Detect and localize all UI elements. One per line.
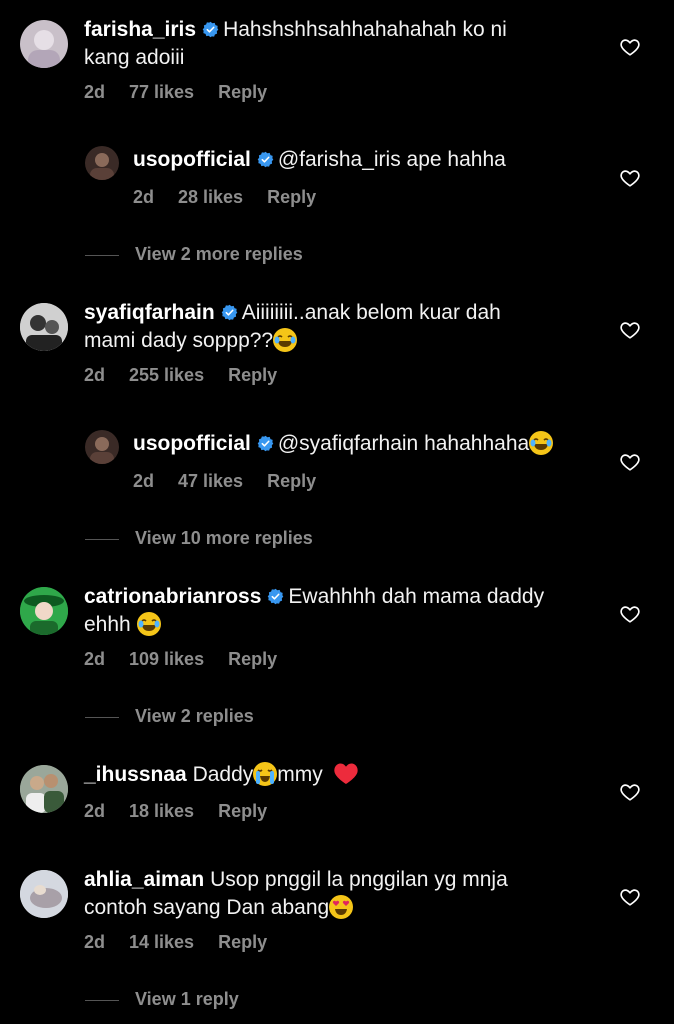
reply-button[interactable]: Reply [228,365,277,385]
likes-count[interactable]: 14 likes [129,932,194,952]
comment-text: usopofficial @syafiqfarhain hahahhaha [133,430,603,458]
timestamp: 2d [133,471,155,491]
heart-icon[interactable] [619,319,641,341]
reply-button[interactable]: Reply [267,187,316,207]
comment-text: ahlia_aiman Usop pnggil la pnggilan yg m… [84,866,604,922]
comment-text: catrionabrianross Ewahhhh dah mama daddy … [84,583,604,639]
comment-body: Aiiiiiiii..anak belom kuar dah [241,301,501,324]
reply-button[interactable]: Reply [218,82,267,102]
comment-meta: 2d 77 likes Reply [84,82,291,103]
comment-text: _ihussnaa Daddy mmy [84,761,604,789]
view-more-label: View 2 replies [135,706,254,726]
avatar-image [28,30,60,68]
timestamp: 2d [84,82,106,102]
comment-body: Usop pnggil la pnggilan yg mnja [210,868,508,891]
heart-icon[interactable] [619,603,641,625]
laughing-emoji-icon [136,612,161,636]
username[interactable]: syafiqfarhain [84,301,215,324]
view-more-label: View 2 more replies [135,244,303,264]
timestamp: 2d [133,187,155,207]
comment-body: @farisha_iris ape hahha [277,148,506,171]
view-more-replies-button[interactable]: View 10 more replies [85,528,313,549]
comment-body-continued: contoh sayang Dan abang [84,896,330,919]
username[interactable]: ahlia_aiman [84,868,204,891]
avatar[interactable] [20,303,68,351]
avatar[interactable] [20,587,68,635]
avatar-image [20,587,68,635]
comment-body: Hahshshhsahhahahahah ko ni [223,18,507,41]
verified-icon [221,304,238,321]
comment-body-continued: mami dady soppp?? [84,329,274,352]
comment-body: @syafiqfarhain hahahhaha [277,432,530,455]
comment-meta: 2d 47 likes Reply [133,471,340,492]
username[interactable]: usopofficial [133,432,251,455]
red-heart-icon [333,763,358,784]
avatar[interactable] [20,765,68,813]
comment-meta: 2d 28 likes Reply [133,187,340,208]
comment-body: Daddy [192,763,254,786]
view-more-replies-button[interactable]: View 2 replies [85,706,254,727]
verified-icon [267,588,284,605]
heart-icon[interactable] [619,451,641,473]
view-more-label: View 1 reply [135,989,239,1009]
heart-eyes-emoji-icon [329,895,354,919]
comment-text: usopofficial @farisha_iris ape hahha [133,146,593,174]
reply-button[interactable]: Reply [228,649,277,669]
username[interactable]: catrionabrianross [84,585,261,608]
heart-icon[interactable] [619,886,641,908]
verified-icon [202,21,219,38]
comment-body-continued: mmy [277,763,323,786]
likes-count[interactable]: 77 likes [129,82,194,102]
avatar-image [20,303,68,351]
avatar[interactable] [85,146,119,180]
comment-text: farisha_iris Hahshshhsahhahahahah ko ni k… [84,16,604,72]
crying-emoji-icon [253,762,278,786]
likes-count[interactable]: 109 likes [129,649,204,669]
likes-count[interactable]: 28 likes [178,187,243,207]
timestamp: 2d [84,932,106,952]
heart-icon[interactable] [619,36,641,58]
laughing-emoji-icon [529,431,554,455]
divider-line [85,716,119,718]
avatar[interactable] [20,20,68,68]
comment-meta: 2d 18 likes Reply [84,801,291,822]
divider-line [85,538,119,540]
reply-button[interactable]: Reply [218,801,267,821]
comment-text: syafiqfarhain Aiiiiiiii..anak belom kuar … [84,299,604,355]
laughing-emoji-icon [273,328,298,352]
avatar-image [20,765,68,813]
avatar[interactable] [20,870,68,918]
username[interactable]: farisha_iris [84,18,196,41]
view-more-replies-button[interactable]: View 2 more replies [85,244,303,265]
comment-body-continued: ehhh [84,613,131,636]
divider-line [85,254,119,256]
view-more-replies-button[interactable]: View 1 reply [85,989,239,1010]
comment-body: Ewahhhh dah mama daddy [288,585,545,608]
comment-meta: 2d 109 likes Reply [84,649,301,670]
comment-meta: 2d 255 likes Reply [84,365,301,386]
likes-count[interactable]: 47 likes [178,471,243,491]
avatar-image [90,153,114,180]
view-more-label: View 10 more replies [135,528,313,548]
comment-meta: 2d 14 likes Reply [84,932,291,953]
username[interactable]: usopofficial [133,148,251,171]
comment-body-continued: kang adoiii [84,46,185,69]
reply-button[interactable]: Reply [267,471,316,491]
divider-line [85,999,119,1001]
timestamp: 2d [84,365,106,385]
heart-icon[interactable] [619,167,641,189]
timestamp: 2d [84,649,106,669]
reply-button[interactable]: Reply [218,932,267,952]
verified-icon [257,435,274,452]
avatar[interactable] [85,430,119,464]
heart-icon[interactable] [619,781,641,803]
likes-count[interactable]: 255 likes [129,365,204,385]
username[interactable]: _ihussnaa [84,763,187,786]
verified-icon [257,151,274,168]
timestamp: 2d [84,801,106,821]
avatar-image [20,870,68,918]
avatar-image [90,437,114,464]
likes-count[interactable]: 18 likes [129,801,194,821]
